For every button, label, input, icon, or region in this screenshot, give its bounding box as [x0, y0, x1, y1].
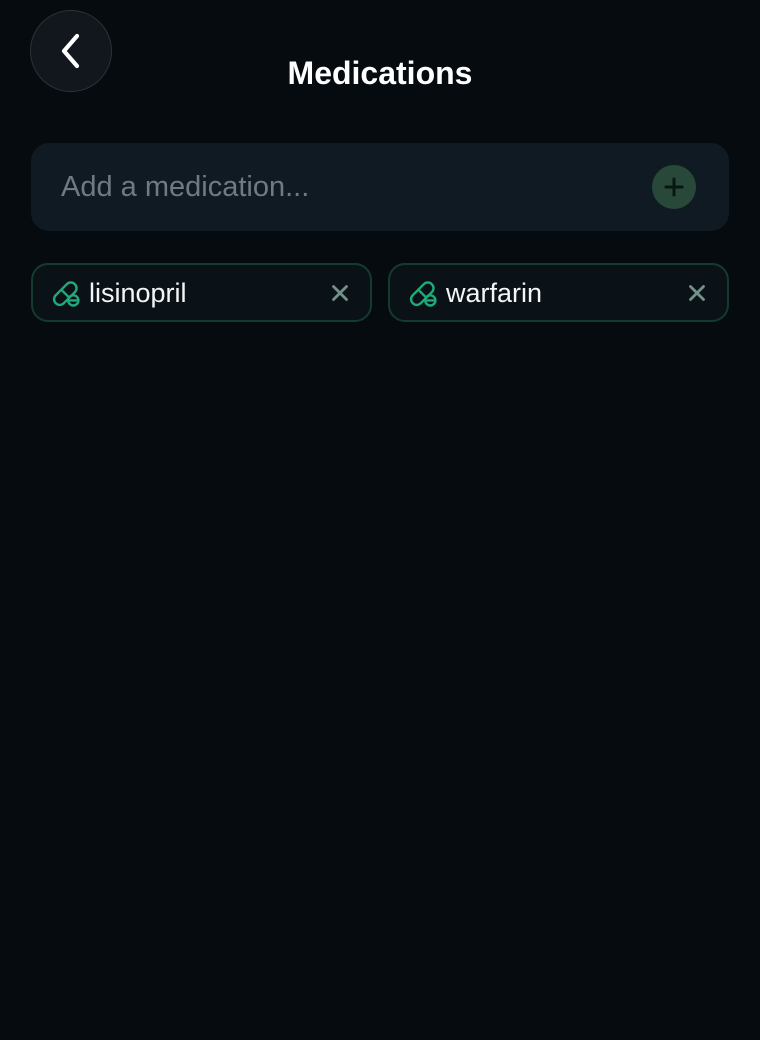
chevron-left-icon: [61, 33, 80, 69]
medication-name: warfarin: [446, 277, 543, 308]
page-title: Medications: [287, 55, 473, 92]
remove-medication-button[interactable]: [326, 279, 354, 307]
remove-medication-button[interactable]: [683, 279, 711, 307]
close-icon: [332, 284, 348, 301]
add-medication-button[interactable]: [652, 165, 696, 209]
medications-screen: Medications lisinopril: [0, 0, 760, 1040]
medication-name: lisinopril: [89, 277, 187, 308]
medication-chip-list: lisinopril warfarin: [31, 263, 729, 322]
close-icon: [689, 284, 705, 301]
pill-icon: [409, 280, 437, 307]
medication-chip: lisinopril: [31, 263, 372, 322]
pill-icon: [52, 280, 80, 307]
medication-input[interactable]: [61, 163, 621, 211]
back-button[interactable]: [30, 10, 112, 92]
medication-chip: warfarin: [388, 263, 729, 322]
plus-icon: [664, 177, 684, 197]
page-header: Medications: [0, 0, 760, 105]
add-medication-field: [31, 143, 729, 231]
